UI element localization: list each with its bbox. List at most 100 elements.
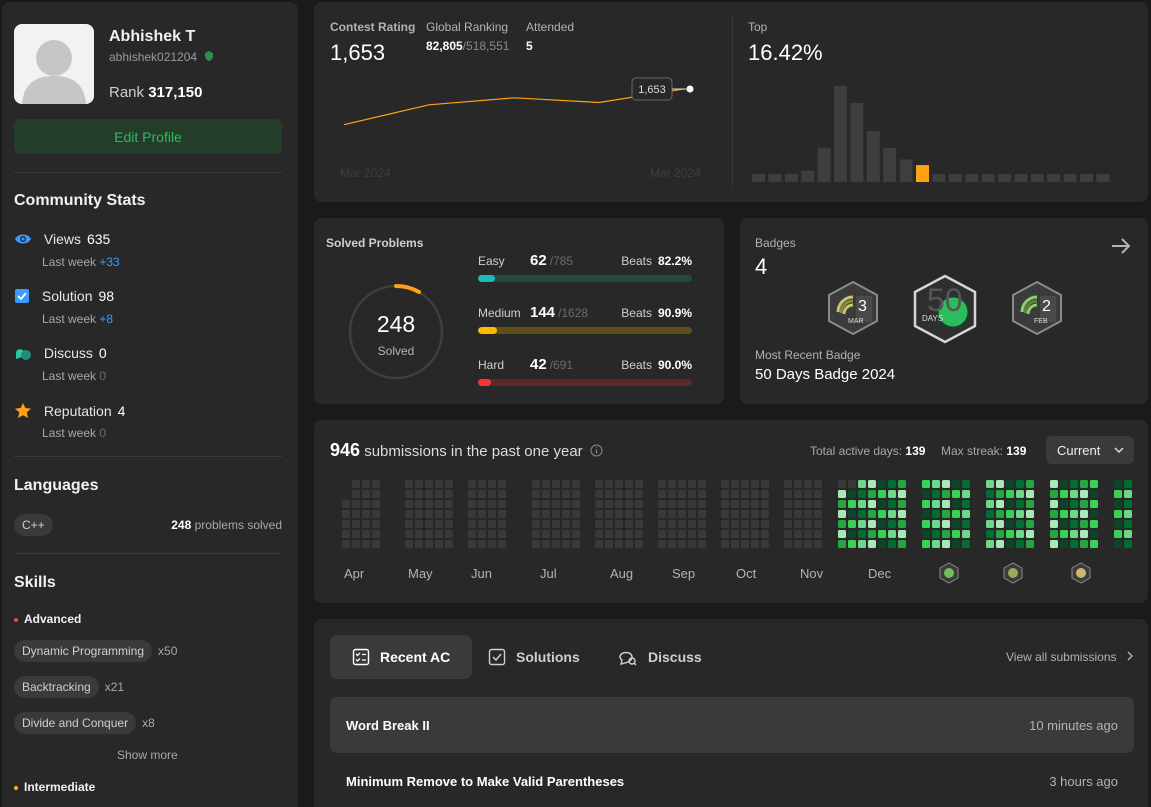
mini-badge-icon[interactable] — [1070, 562, 1092, 584]
info-icon[interactable] — [590, 444, 603, 457]
heatmap-cell — [635, 480, 643, 488]
heatmap-cell — [405, 540, 413, 548]
heatmap-cell — [415, 490, 423, 498]
stat-solution-lastweek: Last week +8 — [42, 312, 113, 326]
submission-heatmap[interactable] — [330, 478, 1140, 564]
list-item[interactable]: Word Break II 10 minutes ago — [330, 697, 1134, 753]
heatmap-cell — [425, 480, 433, 488]
heatmap-cell — [1124, 490, 1132, 498]
skill-chip[interactable]: Dynamic Programming — [14, 640, 153, 662]
heatmap-cell — [425, 520, 433, 528]
heatmap-cell — [605, 540, 613, 548]
heatmap-cell — [804, 510, 812, 518]
heatmap-cell — [488, 490, 496, 498]
heatmap-cell — [698, 520, 706, 528]
heatmap-cell — [838, 520, 846, 528]
difficulty-easy: Easy 62/785 Beats 82.2% — [478, 252, 692, 282]
tab-discuss[interactable]: Discuss — [596, 635, 724, 679]
heatmap-cell — [996, 490, 1004, 498]
list-item[interactable]: Minimum Remove to Make Valid Parentheses… — [330, 753, 1134, 807]
show-more-link[interactable]: Show more — [117, 748, 178, 762]
heatmap-cell — [848, 500, 856, 508]
heatmap-cell — [962, 530, 970, 538]
submissions-title: 946 submissions in the past one year — [330, 440, 603, 461]
badge-50-days[interactable]: 50 DAYS — [912, 274, 978, 344]
heatmap-cell — [962, 510, 970, 518]
heatmap-cell — [1090, 520, 1098, 528]
heatmap-cell — [721, 480, 729, 488]
recent-activity-card: Recent AC Solutions Discuss View all sub… — [314, 619, 1148, 807]
heatmap-cell — [542, 500, 550, 508]
heatmap-cell — [1080, 530, 1088, 538]
arrow-right-icon[interactable] — [1110, 236, 1132, 256]
heatmap-cell — [362, 480, 370, 488]
heatmap-cell — [922, 490, 930, 498]
heatmap-cell — [932, 520, 940, 528]
language-chip[interactable]: C++ — [14, 514, 53, 536]
heatmap-cell — [1006, 530, 1014, 538]
badge-mar[interactable]: 3 MAR — [826, 280, 880, 336]
heatmap-cell — [1124, 530, 1132, 538]
mini-badge-icon[interactable] — [938, 562, 960, 584]
skill-chip[interactable]: Divide and Conquer — [14, 712, 137, 734]
tab-solutions[interactable]: Solutions — [466, 635, 602, 679]
lastweek-value: 0 — [99, 369, 107, 383]
heatmap-cell — [572, 540, 580, 548]
rating-distribution-chart[interactable] — [750, 82, 1130, 182]
languages-title: Languages — [14, 477, 99, 494]
avatar[interactable] — [14, 24, 94, 104]
heatmap-cell — [804, 480, 812, 488]
mini-badge-icon[interactable] — [1002, 562, 1024, 584]
heatmap-cell — [1006, 500, 1014, 508]
heatmap-cell — [848, 520, 856, 528]
skill-chip[interactable]: Backtracking — [14, 676, 99, 698]
stat-views-lastweek: Last week +33 — [42, 255, 120, 269]
edit-profile-button[interactable]: Edit Profile — [14, 119, 282, 154]
badge-feb[interactable]: 2 FEB — [1010, 280, 1064, 336]
lastweek-value: +8 — [99, 312, 114, 326]
heatmap-cell — [468, 540, 476, 548]
heatmap-cell — [898, 490, 906, 498]
heatmap-cell — [668, 520, 676, 528]
heatmap-cell — [658, 490, 666, 498]
heatmap-cell — [1124, 480, 1132, 488]
heatmap-cell — [372, 520, 380, 528]
global-rank: 82,805 — [426, 39, 463, 53]
heatmap-cell — [858, 500, 866, 508]
recent-badge-label: Most Recent Badge — [755, 348, 861, 362]
heatmap-cell — [445, 510, 453, 518]
heatmap-cell — [498, 540, 506, 548]
submission-time: 10 minutes ago — [1029, 717, 1118, 733]
heatmap-cell — [362, 540, 370, 548]
heatmap-cell — [721, 490, 729, 498]
beats-label: Beats — [621, 306, 652, 320]
heatmap-cell — [986, 480, 994, 488]
month-label: Apr — [344, 566, 365, 581]
tab-recent-ac[interactable]: Recent AC — [330, 635, 473, 679]
heatmap-cell — [478, 520, 486, 528]
heatmap-cell — [405, 480, 413, 488]
problem-title: Word Break II — [346, 717, 430, 733]
heatmap-cell — [615, 530, 623, 538]
distribution-bar — [1080, 174, 1093, 182]
heatmap-cell — [1124, 500, 1132, 508]
year-select[interactable]: Current — [1046, 436, 1134, 464]
view-all-submissions-link[interactable]: View all submissions — [1006, 650, 1134, 664]
heatmap-cell — [562, 510, 570, 518]
heatmap-cell — [878, 540, 886, 548]
difficulty-total: /1628 — [558, 306, 589, 320]
badge-label: 3 — [858, 298, 867, 315]
heatmap-cell — [688, 530, 696, 538]
heatmap-cell — [478, 530, 486, 538]
heatmap-cell — [1060, 540, 1068, 548]
heatmap-cell — [625, 510, 633, 518]
active-days-value: 139 — [905, 444, 926, 458]
heatmap-cell — [838, 480, 846, 488]
skill-row: Dynamic Programming x50 — [14, 640, 177, 662]
heatmap-cell — [478, 500, 486, 508]
heatmap-cell — [488, 540, 496, 548]
heatmap-cell — [342, 540, 350, 548]
rating-line-chart[interactable]: 1,653 — [334, 72, 714, 152]
month-label: Sep — [672, 566, 696, 581]
heatmap-cell — [898, 530, 906, 538]
